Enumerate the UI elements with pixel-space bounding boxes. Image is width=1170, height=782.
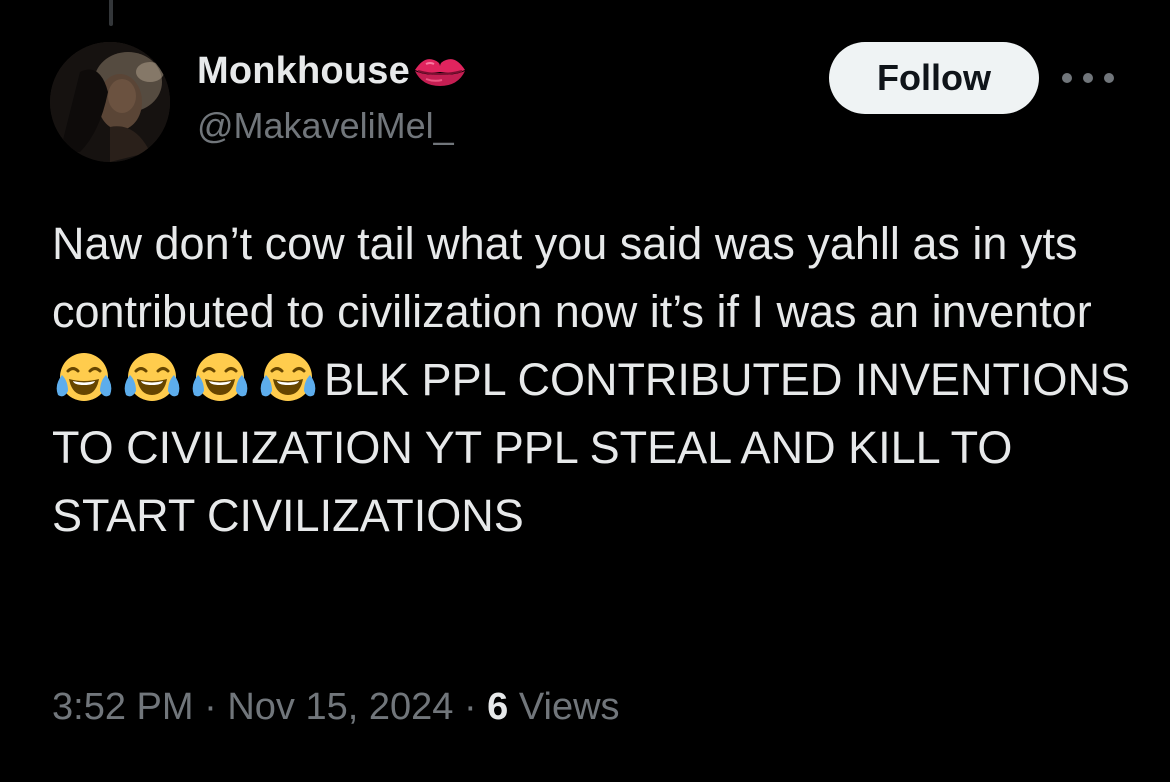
dot [1104,73,1114,83]
face-with-tears-of-joy-icon [256,349,320,409]
emoji-group [52,353,324,405]
face-with-tears-of-joy-icon [52,349,116,409]
meta-separator: · [463,686,477,728]
more-options-icon[interactable] [1062,58,1114,98]
thread-connector-line [109,0,113,26]
tweet-meta: 3:52 PM · Nov 15, 2024 · 6 Views [52,686,620,729]
tweet-time[interactable]: 3:52 PM [52,686,194,729]
avatar-photo [50,42,170,162]
tweet-text: Naw don’t cow tail what you said was yah… [52,210,1142,550]
dot [1083,73,1093,83]
kiss-lips-icon [412,52,468,90]
face-with-tears-of-joy-icon [120,349,184,409]
tweet-text-part1: Naw don’t cow tail what you said was yah… [52,218,1092,337]
tweet-date[interactable]: Nov 15, 2024 [227,686,453,729]
face-with-tears-of-joy-icon [188,349,252,409]
follow-button[interactable]: Follow [829,42,1039,114]
views-spacer [508,686,519,729]
meta-separator: · [204,686,217,728]
author-name-row[interactable]: Monkhouse [197,46,468,96]
dot [1062,73,1072,83]
views-count: 6 [487,686,509,728]
author-handle[interactable]: @MakaveliMel_ [197,105,454,147]
author-display-name[interactable]: Monkhouse [197,50,410,93]
views-label: Views [518,686,620,728]
avatar[interactable] [50,42,170,162]
